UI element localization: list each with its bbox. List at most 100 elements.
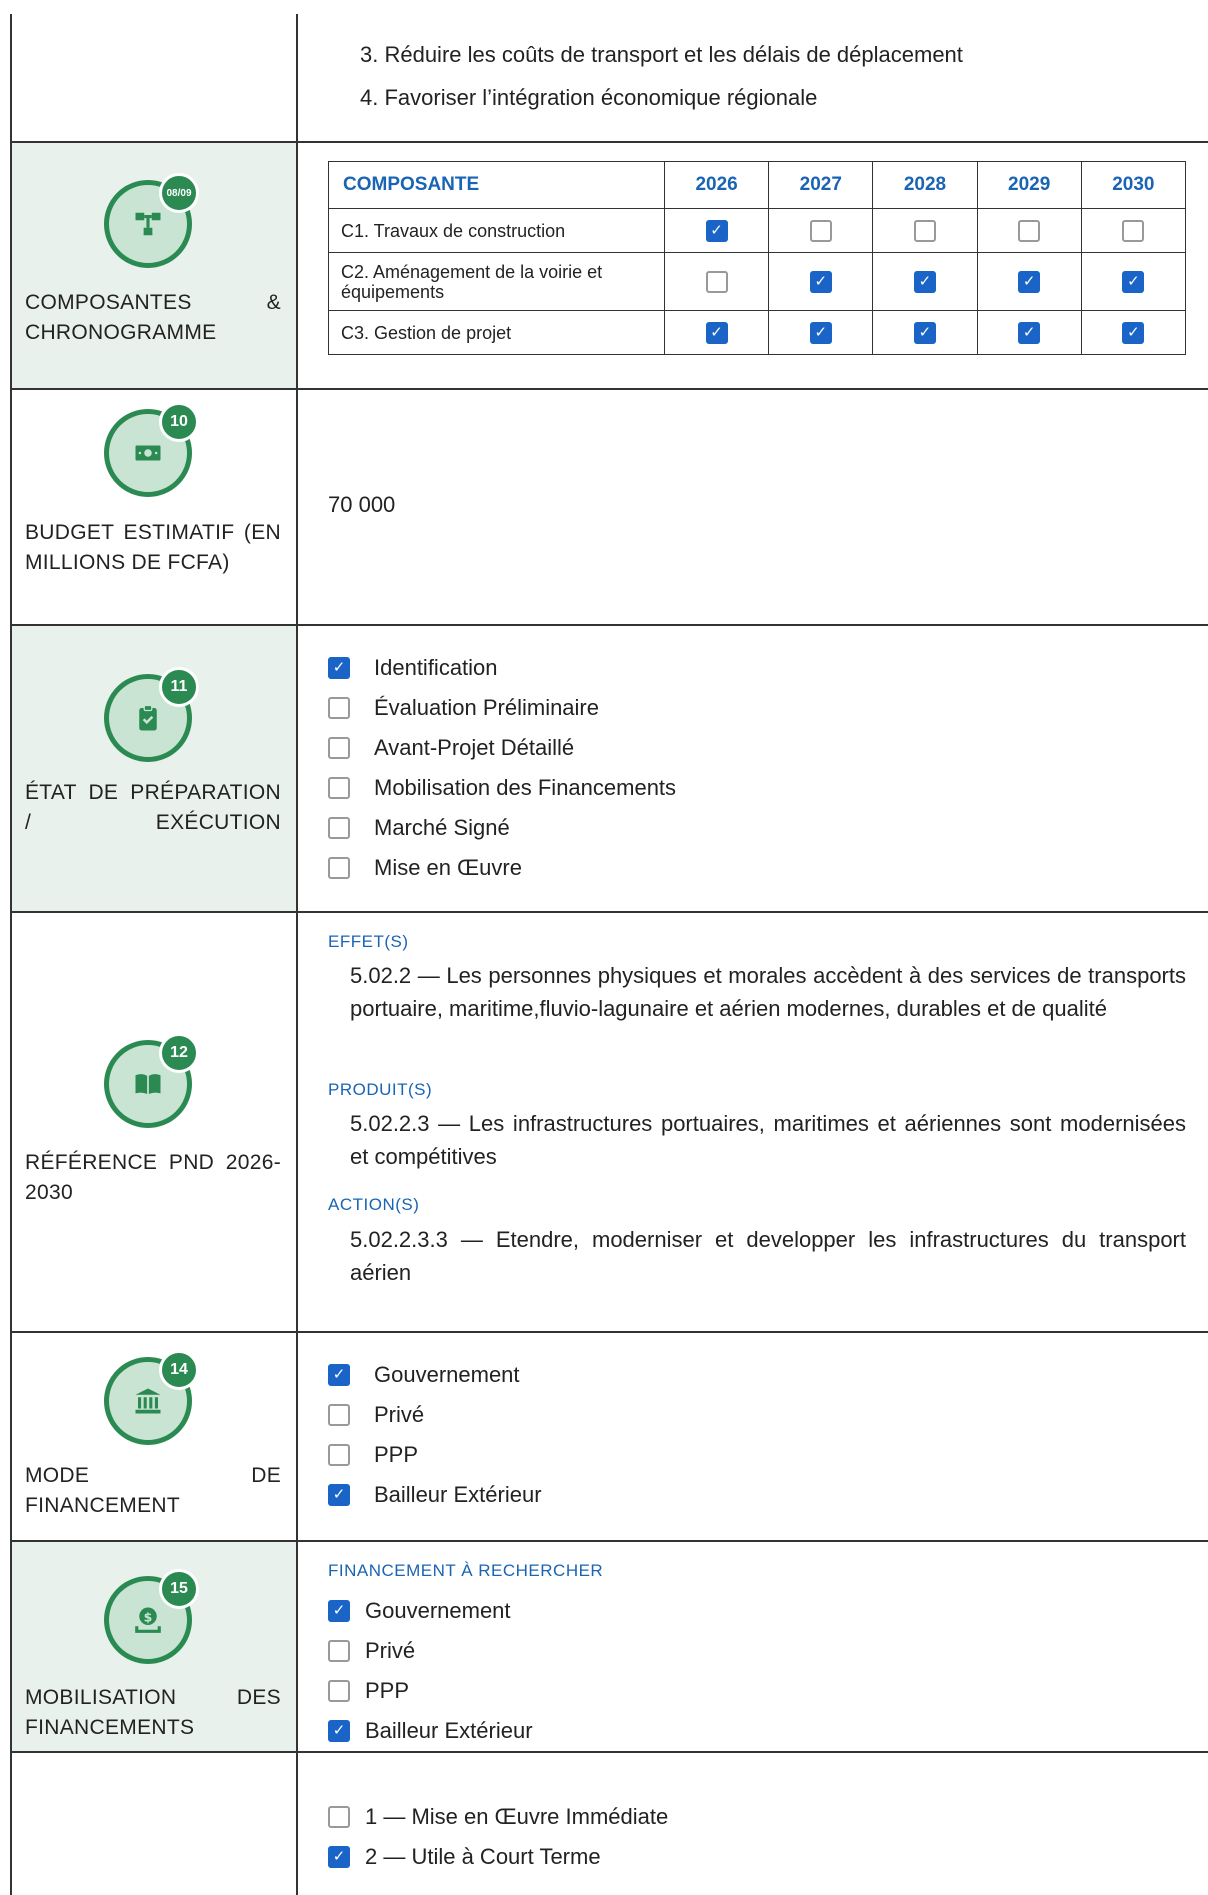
row-divider: [10, 388, 1208, 390]
component-name: C3. Gestion de projet: [328, 310, 665, 355]
checklist-label: Privé: [365, 1638, 416, 1663]
composantes-icon-circle: 08/09: [104, 173, 199, 268]
year-cell: ✓: [1080, 252, 1187, 311]
checked-checkbox[interactable]: ✓: [328, 1720, 350, 1742]
checklist-item[interactable]: ✓ 2 — Utile à Court Terme: [328, 1837, 668, 1877]
checklist-label: Bailleur Extérieur: [374, 1482, 542, 1507]
checked-checkbox[interactable]: ✓: [913, 270, 936, 293]
checklist-label: Mobilisation des Financements: [374, 775, 677, 800]
checklist-item[interactable]: ✓ Identification: [328, 648, 676, 688]
checked-checkbox[interactable]: ✓: [1122, 321, 1145, 344]
checked-checkbox[interactable]: ✓: [1122, 270, 1145, 293]
checked-checkbox[interactable]: ✓: [328, 1484, 350, 1506]
checklist-label: 1 — Mise en Œuvre Immédiate: [365, 1804, 669, 1829]
checked-checkbox[interactable]: ✓: [1018, 270, 1041, 293]
clipboard-check-icon: [139, 704, 157, 731]
unchecked-checkbox[interactable]: [328, 697, 350, 719]
composantes-label: COMPOSANTES & CHRONOGRAMME: [25, 291, 281, 344]
checklist-item[interactable]: Mobilisation des Financements: [328, 768, 676, 808]
checked-checkbox[interactable]: ✓: [913, 321, 936, 344]
produits-text: 5.02.2.3 — Les infrastructures portuaire…: [350, 1111, 1186, 1169]
mobilisation-icon-circle: $ 15: [104, 1569, 199, 1664]
checklist-item[interactable]: PPP: [328, 1671, 533, 1711]
unchecked-checkbox[interactable]: [809, 219, 832, 242]
checklist-label: 2 — Utile à Court Terme: [365, 1844, 601, 1869]
checked-checkbox[interactable]: ✓: [705, 219, 728, 242]
checked-checkbox[interactable]: ✓: [328, 1364, 350, 1386]
checklist-item[interactable]: PPP: [328, 1435, 542, 1475]
checked-checkbox[interactable]: ✓: [328, 1846, 350, 1868]
year-cell: ✓: [663, 310, 770, 355]
year-cell: ✓: [768, 252, 874, 311]
unchecked-checkbox[interactable]: [328, 817, 350, 839]
checklist-item[interactable]: Marché Signé: [328, 808, 676, 848]
step-badge: 10: [159, 402, 199, 442]
checklist-label: Mise en Œuvre: [374, 855, 522, 880]
unchecked-checkbox[interactable]: [328, 1806, 350, 1828]
year-cell: [663, 252, 770, 311]
checklist-item[interactable]: ✓ Gouvernement: [328, 1355, 542, 1395]
checked-checkbox[interactable]: ✓: [328, 1600, 350, 1622]
year-cell: ✓: [872, 310, 978, 355]
checklist-item[interactable]: Privé: [328, 1395, 542, 1435]
component-name: C2. Aménagement de la voirie et équipeme…: [328, 252, 665, 311]
table-row: C2. Aménagement de la voirie et équipeme…: [328, 252, 1187, 311]
table-header: COMPOSANTE: [328, 161, 665, 209]
book-icon: [135, 1074, 161, 1094]
unchecked-checkbox[interactable]: [328, 1640, 350, 1662]
unchecked-checkbox[interactable]: [328, 737, 350, 759]
year-cell: [976, 208, 1082, 253]
checked-checkbox[interactable]: ✓: [1018, 321, 1041, 344]
table-header: 2028: [872, 161, 978, 209]
unchecked-checkbox[interactable]: [913, 219, 936, 242]
etat-label: ÉTAT DE PRÉPARATION / EXÉCUTION: [25, 781, 281, 834]
row-divider: [10, 911, 1208, 913]
budget-icon-circle: 10: [104, 402, 199, 497]
unchecked-checkbox[interactable]: [1122, 219, 1145, 242]
checklist-item[interactable]: ✓ Bailleur Extérieur: [328, 1475, 542, 1515]
table-header: 2029: [976, 161, 1082, 209]
project-sheet: 3. Réduire les coûts de transport et les…: [0, 0, 1208, 1895]
checklist-label: Identification: [374, 655, 498, 680]
unchecked-checkbox[interactable]: [328, 1444, 350, 1466]
checklist-item[interactable]: Avant-Projet Détaillé: [328, 728, 676, 768]
year-cell: ✓: [663, 208, 770, 253]
checklist-item[interactable]: Évaluation Préliminaire: [328, 688, 676, 728]
year-cell: ✓: [976, 310, 1082, 355]
bank-icon: [135, 1388, 161, 1414]
year-cell: [872, 208, 978, 253]
checklist-item[interactable]: Mise en Œuvre: [328, 848, 676, 888]
actions-text: 5.02.2.3.3 — Etendre, moderniser et deve…: [350, 1227, 1186, 1285]
checklist-label: Évaluation Préliminaire: [374, 695, 599, 720]
column-divider: [296, 14, 298, 1895]
checklist-label: PPP: [374, 1442, 419, 1467]
diagram-icon: [135, 212, 161, 236]
checklist-item[interactable]: ✓ Bailleur Extérieur: [328, 1711, 533, 1751]
checklist-item[interactable]: Privé: [328, 1631, 533, 1671]
checked-checkbox[interactable]: ✓: [705, 321, 728, 344]
unchecked-checkbox[interactable]: [1018, 219, 1041, 242]
year-cell: ✓: [976, 252, 1082, 311]
unchecked-checkbox[interactable]: [328, 777, 350, 799]
row-divider: [10, 1540, 1208, 1542]
unchecked-checkbox[interactable]: [328, 1404, 350, 1426]
unchecked-checkbox[interactable]: [705, 270, 728, 293]
checklist-label: Gouvernement: [374, 1362, 520, 1387]
reference-label: RÉFÉRENCE PND 2026-2030: [25, 1151, 281, 1204]
unchecked-checkbox[interactable]: [328, 1680, 350, 1702]
checked-checkbox[interactable]: ✓: [328, 657, 350, 679]
left-bg-etat: [11, 625, 297, 911]
table-header: 2027: [768, 161, 874, 209]
checked-checkbox[interactable]: ✓: [809, 270, 832, 293]
effets-text: 5.02.2 — Les personnes physiques et mora…: [350, 963, 1186, 1021]
table-row: C3. Gestion de projet ✓ ✓ ✓ ✓ ✓: [328, 310, 1187, 355]
year-cell: ✓: [768, 310, 874, 355]
mobilisation-label: MOBILISATION DES FINANCEMENTS: [25, 1686, 281, 1739]
row-divider: [10, 1751, 1208, 1753]
unchecked-checkbox[interactable]: [328, 857, 350, 879]
checklist-item[interactable]: 1 — Mise en Œuvre Immédiate: [328, 1797, 668, 1837]
checked-checkbox[interactable]: ✓: [809, 321, 832, 344]
step-badge: 12: [159, 1033, 199, 1073]
checklist-label: PPP: [365, 1678, 410, 1703]
checklist-item[interactable]: ✓ Gouvernement: [328, 1591, 533, 1631]
